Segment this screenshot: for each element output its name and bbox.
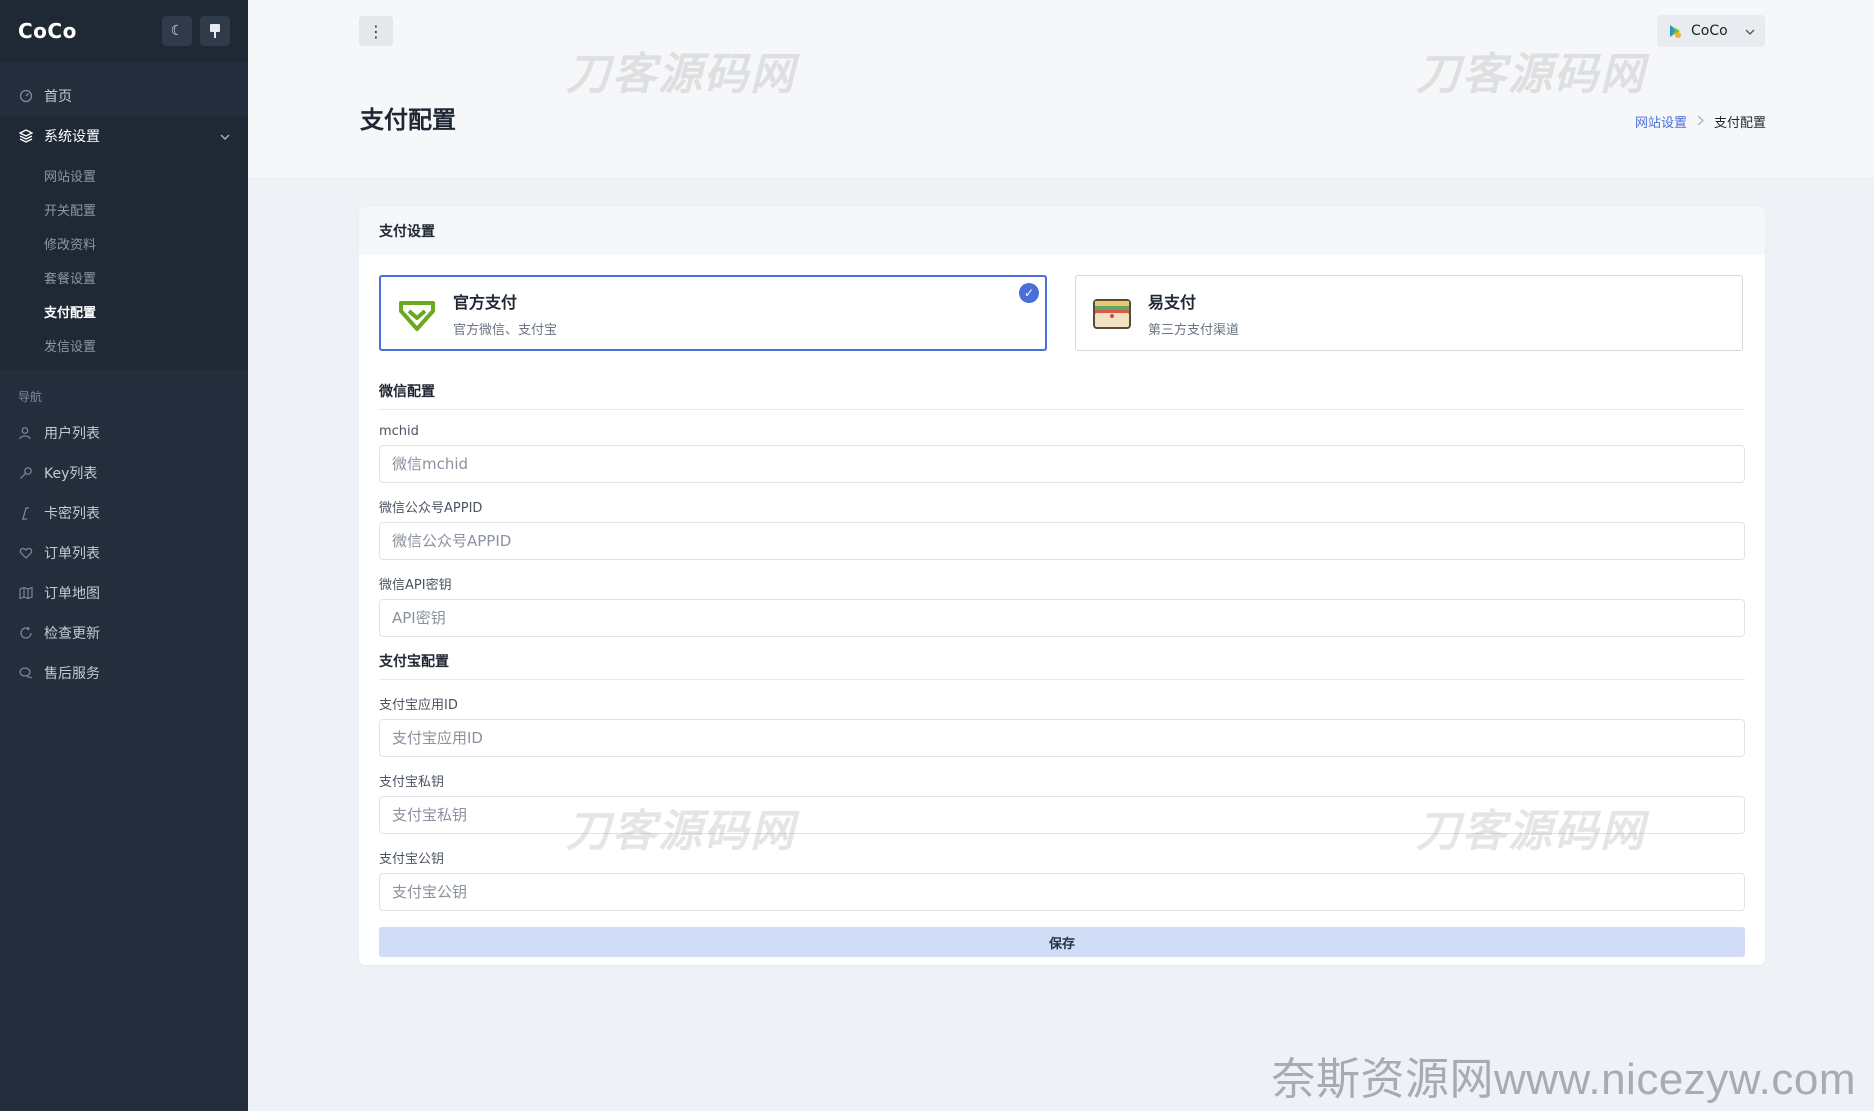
brand-name[interactable]: CoCo [18,19,154,43]
breadcrumb-current: 支付配置 [1713,116,1766,131]
sidebar-item-mail-settings[interactable]: 发信设置 [0,328,248,362]
mchid-label: mchid [379,424,419,439]
sidebar-item-label: 售后服务 [44,666,100,682]
card-title: 支付设置 [359,207,1765,255]
card-icon [18,505,34,521]
mchid-input[interactable] [379,445,1745,483]
dark-mode-toggle[interactable]: ☾ [162,16,192,46]
alipay-public-key-input[interactable] [379,873,1745,911]
sidebar-item-plan-settings[interactable]: 套餐设置 [0,260,248,294]
payment-option-desc: 第三方支付渠道 [1148,322,1240,338]
footer-watermark: 奈斯资源网www.nicezyw.com [1271,1055,1856,1104]
sidebar-item-check-update[interactable]: 检查更新 [0,613,248,653]
watermark-text: 刀客源码网 [1416,50,1646,99]
wallet-icon [1093,299,1131,329]
sidebar-item-label: Key列表 [44,466,98,482]
sidebar-item-order-map[interactable]: 订单地图 [0,573,248,613]
sidebar-nav: 首页 系统设置 网站设置 开关配置 修改资料 套餐设置 支付配置 发信设置 导航… [0,62,248,693]
sidebar-submenu: 网站设置 开关配置 修改资料 套餐设置 支付配置 发信设置 [0,156,248,370]
more-menu-button[interactable]: ⋮ [359,16,393,46]
more-vertical-icon: ⋮ [368,21,384,41]
brand-row: CoCo ☾ [0,0,248,62]
payment-option-official[interactable]: 官方支付 官方微信、支付宝 ✓ [379,275,1047,351]
sidebar-item-site-settings[interactable]: 网站设置 [0,158,248,192]
chat-icon [18,665,34,681]
layers-icon [18,128,34,144]
avatar-logo-icon [1670,25,1681,38]
users-icon [18,425,34,441]
sidebar-group-system-settings[interactable]: 系统设置 [0,116,248,156]
official-pay-icon [399,301,435,331]
payment-option-title: 官方支付 [453,292,518,312]
alipay-private-key-label: 支付宝私钥 [379,775,445,790]
alipay-appid-input[interactable] [379,719,1745,757]
sidebar-item-label: 订单列表 [44,546,100,562]
refresh-icon [18,625,34,641]
sidebar-item-payment-config[interactable]: 支付配置 [0,294,248,328]
payment-option-text: 易支付 第三方支付渠道 [1148,289,1239,338]
sidebar-item-support[interactable]: 售后服务 [0,653,248,693]
map-icon [18,585,34,601]
key-icon [18,465,34,481]
breadcrumb: 网站设置 支付配置 [1635,112,1766,131]
sidebar-item-label: 系统设置 [44,129,100,145]
payment-method-options: 官方支付 官方微信、支付宝 ✓ 易支付 第三方支付渠道 [379,275,1745,351]
sidebar-item-switch-config[interactable]: 开关配置 [0,192,248,226]
sidebar-section-label: 导航 [18,390,43,404]
save-button[interactable]: 保存 [379,927,1745,957]
chevron-down-icon [220,129,230,143]
sidebar-item-label: 检查更新 [44,626,100,642]
sidebar-item-orders[interactable]: 订单列表 [0,533,248,573]
wechat-appid-input[interactable] [379,522,1745,560]
sidebar-item-keys[interactable]: Key列表 [0,453,248,493]
alipay-section-title: 支付宝配置 [379,637,1745,680]
watermark-text: 刀客源码网 [566,50,796,99]
chevron-right-icon [1697,115,1704,129]
payment-option-title: 易支付 [1148,292,1197,312]
breadcrumb-link-site-settings[interactable]: 网站设置 [1635,112,1687,131]
payment-option-text: 官方支付 官方微信、支付宝 [453,289,557,338]
heart-icon [18,545,34,561]
watermark-text: 刀客源码网 [566,807,796,856]
wechat-section-title: 微信配置 [379,351,1745,410]
dashboard-icon [18,88,34,104]
moon-icon: ☾ [170,23,184,39]
sidebar-item-users[interactable]: 用户列表 [0,413,248,453]
user-menu-button[interactable]: CoCo [1657,15,1765,47]
check-circle-icon: ✓ [1019,283,1039,303]
sidebar-item-label: 卡密列表 [44,506,100,522]
alipay-appid-label: 支付宝应用ID [379,698,458,713]
sidebar-item-label: 订单地图 [44,586,100,602]
wechat-api-key-label: 微信API密钥 [379,578,452,593]
user-name: CoCo [1691,23,1728,39]
payment-option-desc: 官方微信、支付宝 [453,322,558,338]
sidebar-item-edit-profile[interactable]: 修改资料 [0,226,248,260]
sidebar-item-label: 用户列表 [44,426,100,442]
sidebar-pin-button[interactable] [200,16,230,46]
sidebar-item-label: 首页 [44,89,72,105]
pin-icon [210,24,220,38]
wechat-api-key-input[interactable] [379,599,1745,637]
page-title: 支付配置 [360,106,456,134]
watermark-text: 刀客源码网 [1416,807,1646,856]
sidebar-item-home[interactable]: 首页 [0,76,248,116]
sidebar: CoCo ☾ 首页 系统设置 网站设置 开关配置 修改资料 套餐设置 支付配置 … [0,0,248,1111]
chevron-down-icon [1745,25,1755,38]
sidebar-item-cards[interactable]: 卡密列表 [0,493,248,533]
wechat-appid-label: 微信公众号APPID [379,501,483,516]
payment-option-epay[interactable]: 易支付 第三方支付渠道 [1075,275,1743,351]
